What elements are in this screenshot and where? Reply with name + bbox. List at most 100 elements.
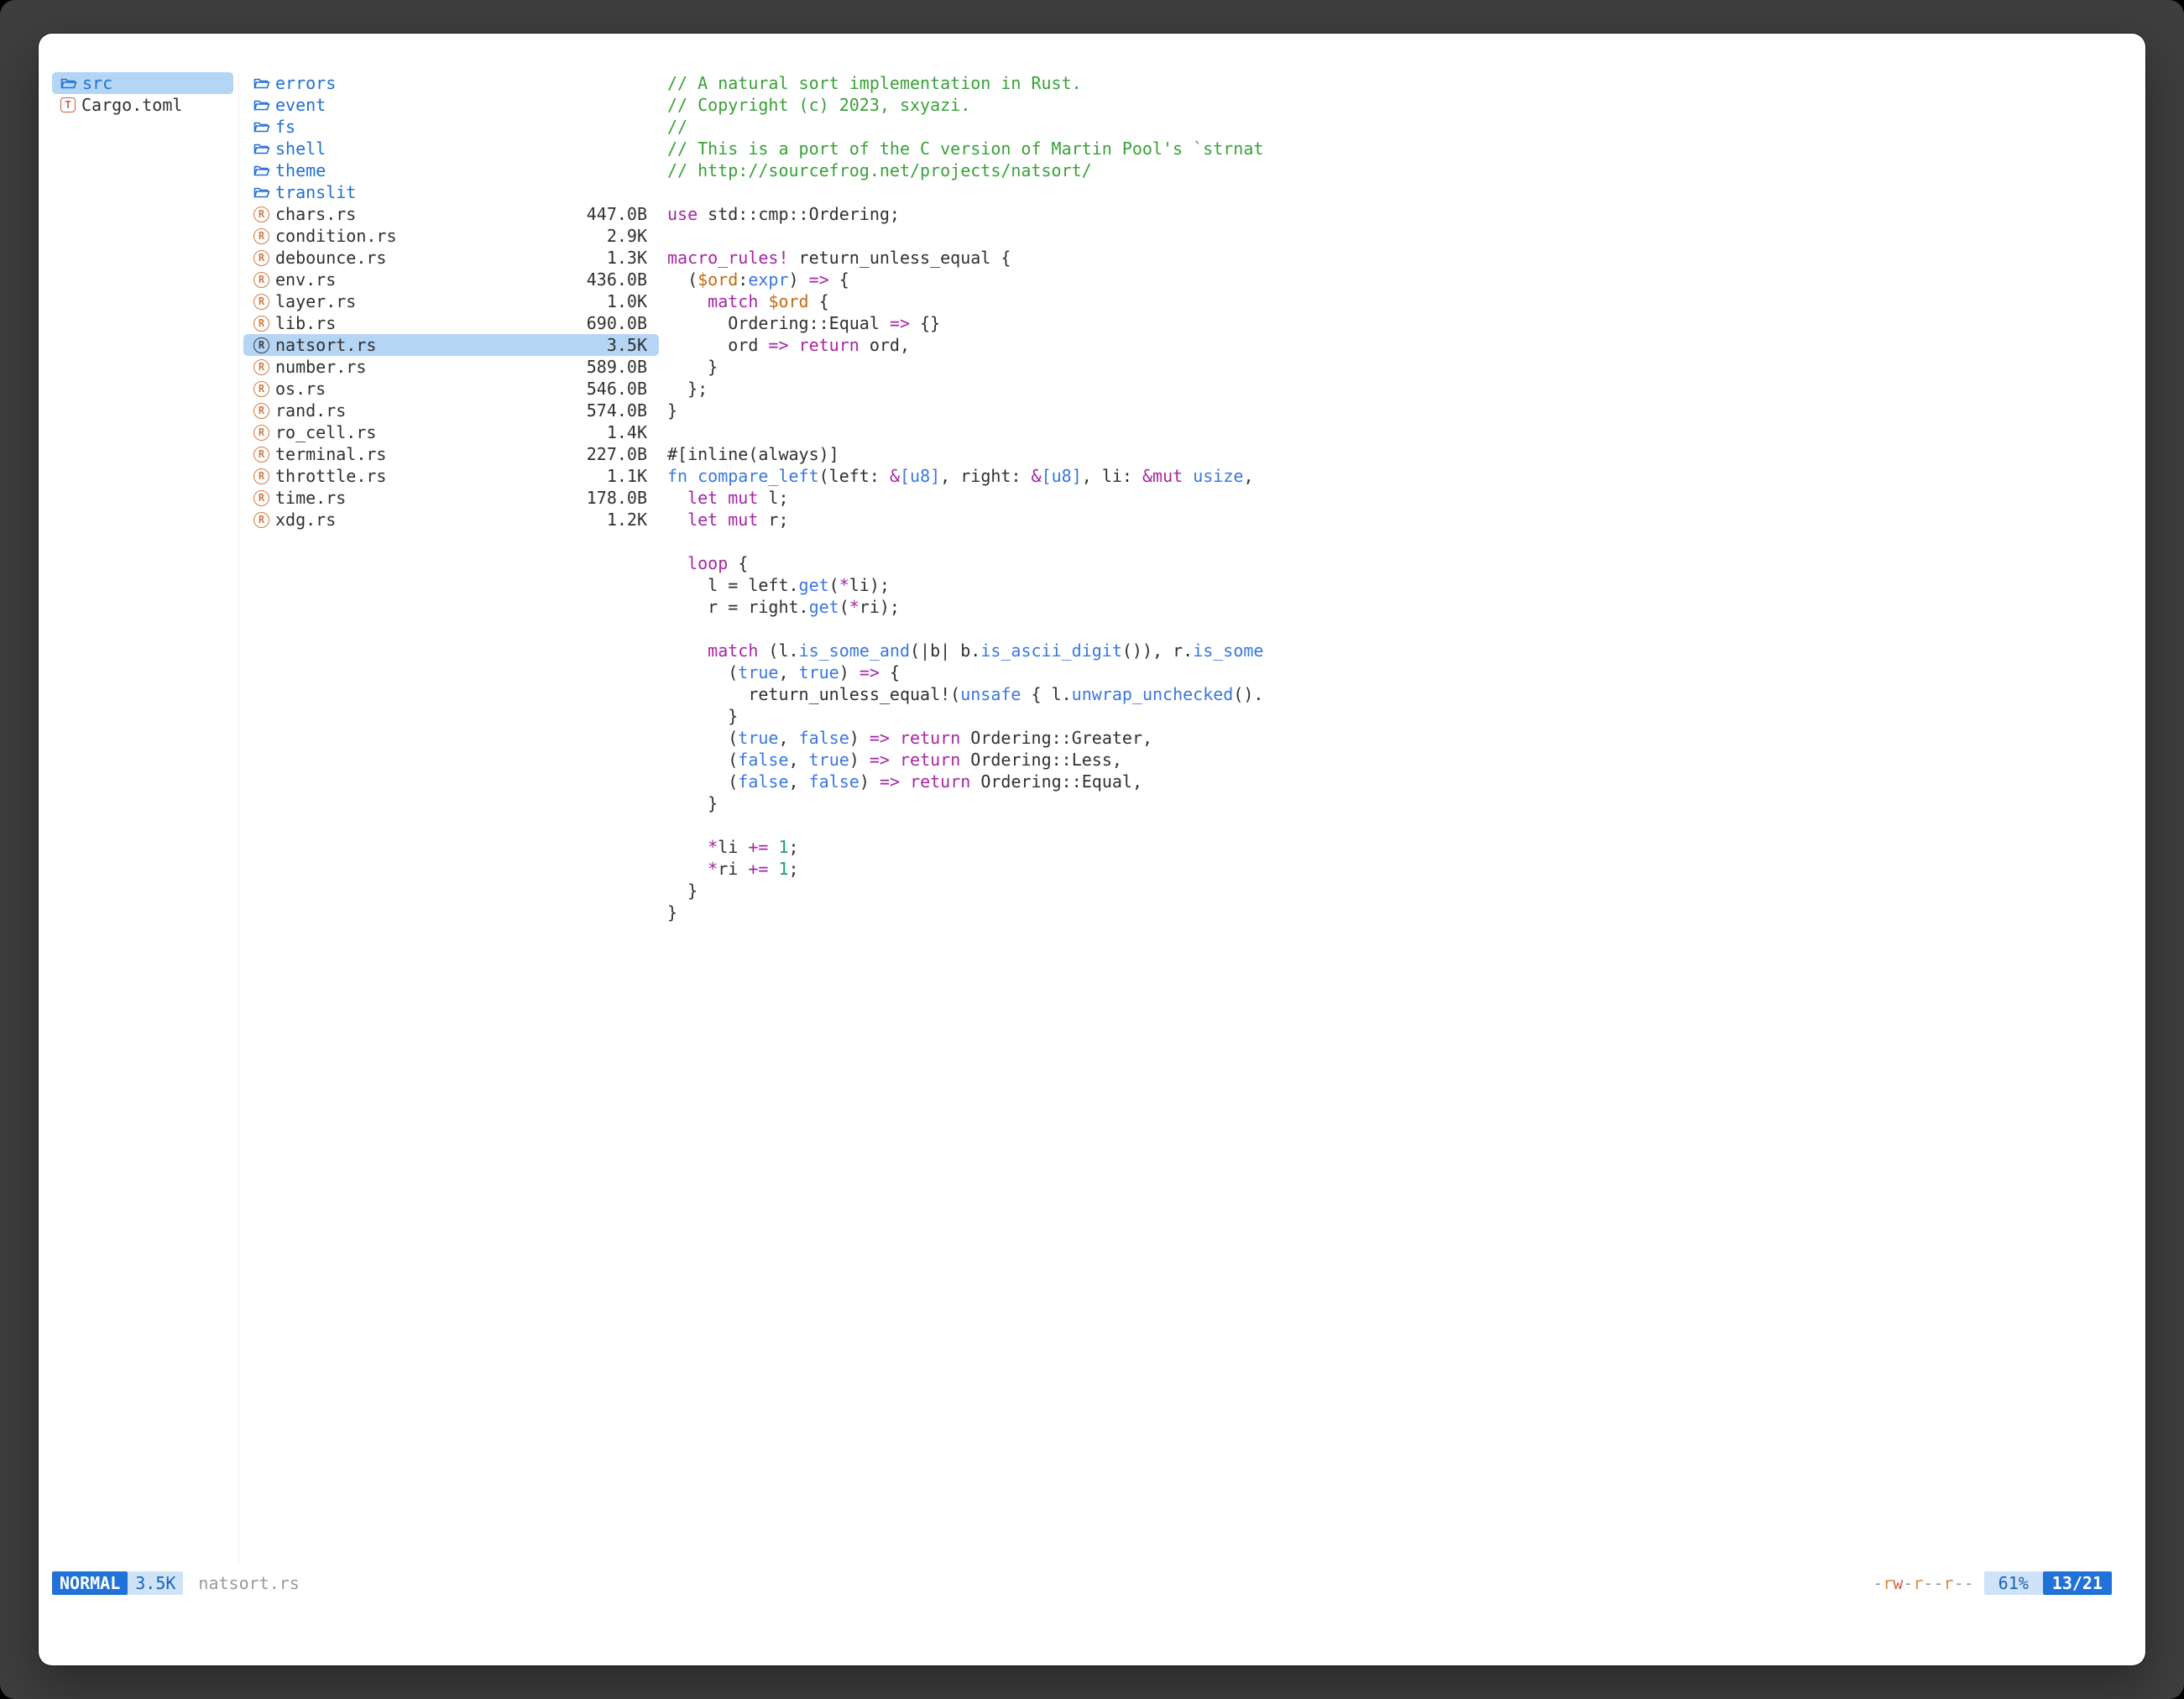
cursor-position-badge: 13/21 [2043,1571,2112,1595]
file-name: Cargo.toml [81,95,182,115]
file-name: errors [275,73,336,93]
file-row[interactable]: Rcondition.rs 2.9K [243,225,659,247]
file-row[interactable]: translit [243,181,659,203]
code-line: // Copyright (c) 2023, sxyazi. [667,94,1282,116]
file-name: debounce.rs [275,248,386,268]
file-name: number.rs [275,357,366,377]
mode-badge: NORMAL [52,1571,128,1595]
file-name: time.rs [275,488,346,508]
rust-file-icon: R [253,512,269,528]
file-name: theme [275,160,326,180]
code-line [667,225,1282,247]
file-row[interactable]: Rlayer.rs1.0K [243,290,659,312]
rust-file-icon: R [253,403,269,419]
rust-file-icon: R [253,447,269,463]
file-name: condition.rs [275,226,397,246]
rust-file-icon: R [253,381,269,397]
parent-dir-row[interactable]: src [52,72,233,94]
code-line [667,531,1282,552]
rust-file-icon: R [253,228,269,244]
code-line: // http://sourcefrog.net/projects/natsor… [667,159,1282,181]
code-line: } [667,792,1282,814]
folder-open-icon [253,164,270,178]
file-name: os.rs [275,379,326,399]
file-size: 690.0B [587,313,647,333]
file-size: 1.2K [607,510,647,530]
file-name: terminal.rs [275,444,386,464]
code-line: } [667,356,1282,378]
rust-file-icon: R [253,294,269,310]
code-line: return_unless_equal!(unsafe { l.unwrap_u… [667,683,1282,705]
code-line: *li += 1; [667,836,1282,858]
toml-file-icon: T [60,97,76,112]
rust-file-icon: R [253,490,269,506]
code-line: loop { [667,552,1282,574]
file-row[interactable]: event [243,94,659,116]
code-line: Ordering::Equal => {} [667,312,1282,334]
code-line: use std::cmp::Ordering; [667,203,1282,225]
folder-open-icon [253,186,270,200]
file-row[interactable]: Rrand.rs574.0B [243,400,659,421]
file-size: 436.0B [587,269,647,290]
rust-file-icon: R [253,272,269,288]
file-row[interactable]: theme [243,159,659,181]
file-row[interactable]: Rterminal.rs227.0B [243,443,659,465]
file-size: 447.0B [587,204,647,224]
code-line: l = left.get(*li); [667,574,1282,596]
code-line: r = right.get(*ri); [667,596,1282,618]
file-size: 1.3K [607,248,647,268]
file-row[interactable]: Rnatsort.rs3.5K [243,334,659,356]
code-line: } [667,400,1282,421]
rust-file-icon: R [253,359,269,375]
code-line: }; [667,378,1282,400]
code-line: (false, true) => return Ordering::Less, [667,749,1282,771]
code-line: #[inline(always)] [667,443,1282,465]
current-pane: errorseventfsshellthemetranslitRchars.rs… [243,72,659,531]
file-size: 178.0B [587,488,647,508]
file-row[interactable]: Rlib.rs690.0B [243,312,659,334]
file-row[interactable]: Rnumber.rs 589.0B [243,356,659,378]
file-name: translit [275,182,356,202]
file-row[interactable]: Ros.rs546.0B [243,378,659,400]
file-size: 3.5K [607,335,647,355]
code-line: } [667,902,1282,923]
code-line [667,181,1282,203]
file-row[interactable]: Rdebounce.rs1.3K [243,247,659,269]
file-row[interactable]: Rxdg.rs1.2K [243,509,659,531]
file-row[interactable]: fs [243,116,659,138]
file-row[interactable]: Rtime.rs 178.0B [243,487,659,509]
file-row[interactable]: shell [243,138,659,159]
parent-pane: src T Cargo.toml [52,72,233,116]
file-name: fs [275,117,295,137]
folder-open-icon [253,142,270,156]
file-size: 589.0B [587,357,647,377]
code-line: match (l.is_some_and(|b| b.is_ascii_digi… [667,640,1282,661]
file-row[interactable]: errors [243,72,659,94]
yazi-file-manager-window: src T Cargo.toml errorseventfsshellthemetr… [39,34,2145,1665]
code-line [667,814,1282,836]
file-name: src [82,73,112,93]
status-right-group: -rw-r--r-- 61% 13/21 [1873,1571,2112,1595]
code-line: // [667,116,1282,138]
file-size: 1.4K [607,422,647,442]
parent-dir-row[interactable]: T Cargo.toml [52,94,233,116]
desktop-background: src T Cargo.toml errorseventfsshellthemetr… [0,0,2184,1699]
file-row[interactable]: Rchars.rs447.0B [243,203,659,225]
file-permissions: -rw-r--r-- [1873,1573,1973,1593]
rust-file-icon: R [253,468,269,484]
file-size: 1.1K [607,466,647,486]
rust-file-icon: R [253,337,269,353]
file-name: shell [275,139,326,159]
file-row[interactable]: Renv.rs436.0B [243,269,659,290]
code-line: (false, false) => return Ordering::Equal… [667,771,1282,792]
file-row[interactable]: Rthrottle.rs 1.1K [243,465,659,487]
folder-open-icon [253,98,270,112]
file-size: 2.9K [607,226,647,246]
rust-file-icon: R [253,316,269,332]
file-name: event [275,95,326,115]
file-name: rand.rs [275,400,346,421]
file-name: throttle.rs [275,466,386,486]
pane-divider [238,72,239,1565]
code-line [667,618,1282,640]
file-row[interactable]: Rro_cell.rs1.4K [243,421,659,443]
